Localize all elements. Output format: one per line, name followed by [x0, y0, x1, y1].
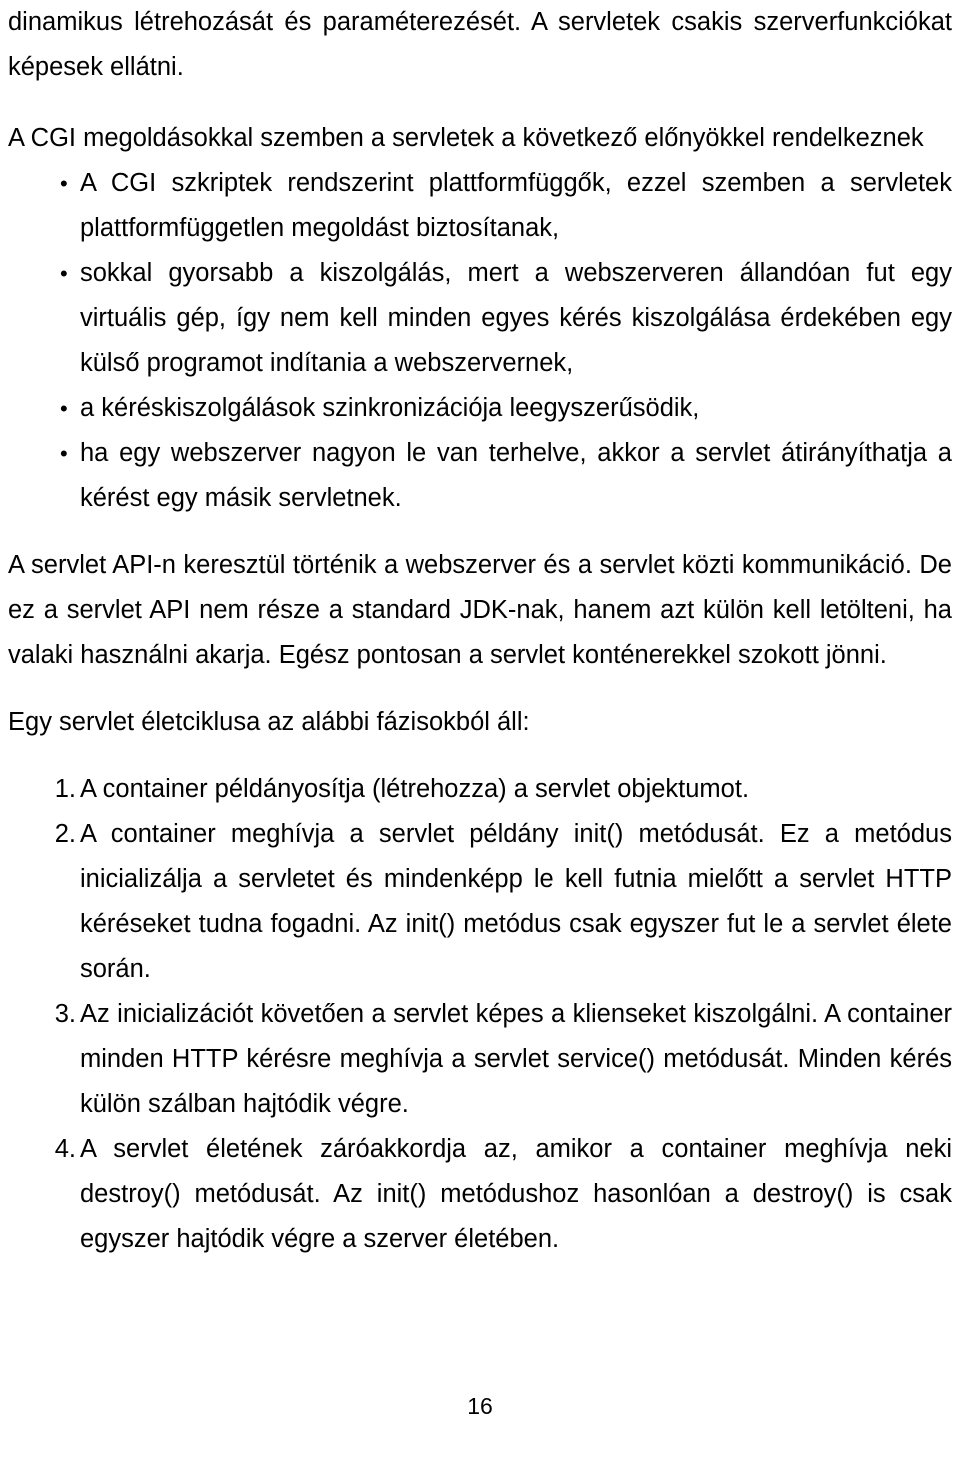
- bullet-icon: •: [60, 171, 68, 196]
- lifecycle-list: 1. A container példányosítja (létrehozza…: [8, 767, 952, 1262]
- list-item-text: Az inicializációt követően a servlet kép…: [80, 1000, 952, 1118]
- list-item: 2. A container meghívja a servlet példán…: [8, 812, 952, 992]
- list-item: • sokkal gyorsabb a kiszolgálás, mert a …: [8, 251, 952, 386]
- list-item-text: A CGI szkriptek rendszerint plattformfüg…: [80, 169, 952, 242]
- list-item-text: A container példányosítja (létrehozza) a…: [80, 775, 750, 803]
- list-item: • A CGI szkriptek rendszerint plattformf…: [8, 161, 952, 251]
- list-item-text: sokkal gyorsabb a kiszolgálás, mert a we…: [80, 259, 952, 377]
- paragraph-servlet-api: A servlet API-n keresztül történik a web…: [8, 551, 952, 669]
- list-item: • a kéréskiszolgálások szinkronizációja …: [8, 386, 952, 431]
- advantages-list: • A CGI szkriptek rendszerint plattformf…: [8, 161, 952, 521]
- list-item-text: A container meghívja a servlet példány i…: [80, 820, 952, 983]
- bullet-icon: •: [60, 261, 68, 286]
- bullet-icon: •: [60, 441, 68, 466]
- paragraph-lifecycle-intro: Egy servlet életciklusa az alábbi fáziso…: [8, 708, 530, 736]
- list-item-text: ha egy webszerver nagyon le van terhelve…: [80, 439, 952, 512]
- bullet-icon: •: [60, 396, 68, 421]
- list-item-marker: 1.: [54, 775, 76, 803]
- list-item: 3. Az inicializációt követően a servlet …: [8, 992, 952, 1127]
- page-number: 16: [467, 1393, 493, 1419]
- page-content: dinamikus létrehozását és paraméterezésé…: [8, 0, 952, 1262]
- paragraph-continuation: dinamikus létrehozását és paraméterezésé…: [8, 8, 952, 81]
- list-item: 1. A container példányosítja (létrehozza…: [8, 767, 952, 812]
- list-item-text: A servlet életének záróakkordja az, amik…: [80, 1135, 952, 1253]
- list-item-marker: 2.: [54, 820, 76, 848]
- list-item: • ha egy webszerver nagyon le van terhel…: [8, 431, 952, 521]
- list-item-text: a kéréskiszolgálások szinkronizációja le…: [80, 394, 700, 422]
- paragraph-advantages-intro: A CGI megoldásokkal szemben a servletek …: [8, 124, 924, 152]
- list-item: 4. A servlet életének záróakkordja az, a…: [8, 1127, 952, 1262]
- document-page: dinamikus létrehozását és paraméterezésé…: [0, 0, 960, 1470]
- list-item-marker: 4.: [54, 1135, 76, 1163]
- list-item-marker: 3.: [54, 1000, 76, 1028]
